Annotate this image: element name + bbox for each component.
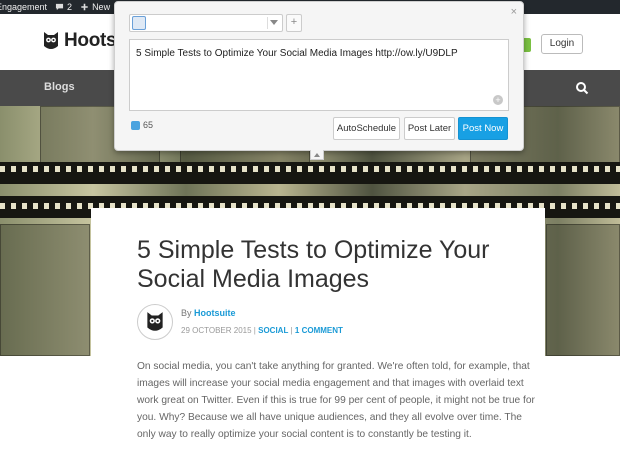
- close-icon[interactable]: ×: [511, 6, 517, 18]
- chevron-down-icon: [270, 20, 278, 25]
- admin-comments-count: 2: [67, 2, 73, 12]
- character-count: 65: [143, 120, 154, 130]
- article-card: 5 Simple Tests to Optimize Your Social M…: [91, 208, 545, 466]
- admin-comments-link[interactable]: 2: [55, 0, 72, 14]
- selector-divider: [267, 17, 268, 29]
- comment-icon: [55, 3, 64, 11]
- admin-site-link[interactable]: Engagement: [0, 0, 47, 14]
- autoschedule-button[interactable]: AutoSchedule: [333, 117, 400, 140]
- post-later-button[interactable]: Post Later: [404, 117, 455, 140]
- admin-new-label: New: [92, 2, 111, 12]
- owl-logo-icon: [44, 32, 58, 49]
- article-title: 5 Simple Tests to Optimize Your Social M…: [137, 236, 490, 293]
- hootlet-popup: × + 5 Simple Tests to Optimize Your Soci…: [114, 1, 524, 151]
- owl-logo-icon: [147, 312, 163, 331]
- meta-separator: |: [253, 326, 256, 335]
- article-body: On social media, you can't take anything…: [137, 361, 535, 440]
- admin-new-link[interactable]: New: [80, 0, 110, 14]
- category-link[interactable]: SOCIAL: [258, 326, 288, 335]
- twitter-icon: [131, 120, 140, 130]
- author-avatar[interactable]: [137, 304, 173, 340]
- byline-prefix: By: [181, 308, 192, 318]
- byline: By Hootsuite: [181, 308, 236, 318]
- profile-selector[interactable]: [129, 14, 283, 32]
- attach-icon[interactable]: +: [493, 95, 503, 105]
- login-button[interactable]: Login: [541, 34, 583, 54]
- popup-toggle-tab[interactable]: [310, 150, 324, 160]
- compose-textarea[interactable]: 5 Simple Tests to Optimize Your Social M…: [129, 39, 509, 111]
- plus-icon: [81, 3, 88, 11]
- nav-item-blogs[interactable]: Blogs: [44, 81, 75, 93]
- article-meta: 29 OCTOBER 2015 | SOCIAL | 1 COMMENT: [181, 326, 343, 335]
- article-date: 29 OCTOBER 2015: [181, 326, 252, 335]
- film-sprocket-holes: [0, 166, 620, 172]
- search-icon[interactable]: [575, 81, 589, 95]
- chevron-up-icon: [314, 152, 320, 157]
- meta-separator: |: [290, 326, 293, 335]
- twitter-profile-avatar: [132, 16, 146, 30]
- film-frame: [546, 224, 620, 356]
- film-frame: [0, 224, 90, 356]
- comments-link[interactable]: 1 COMMENT: [295, 326, 343, 335]
- add-profile-button[interactable]: +: [286, 14, 302, 32]
- character-counter: 65: [131, 120, 153, 130]
- post-now-button[interactable]: Post Now: [458, 117, 508, 140]
- author-link[interactable]: Hootsuite: [194, 308, 236, 318]
- admin-site-label: Engagement: [0, 2, 48, 12]
